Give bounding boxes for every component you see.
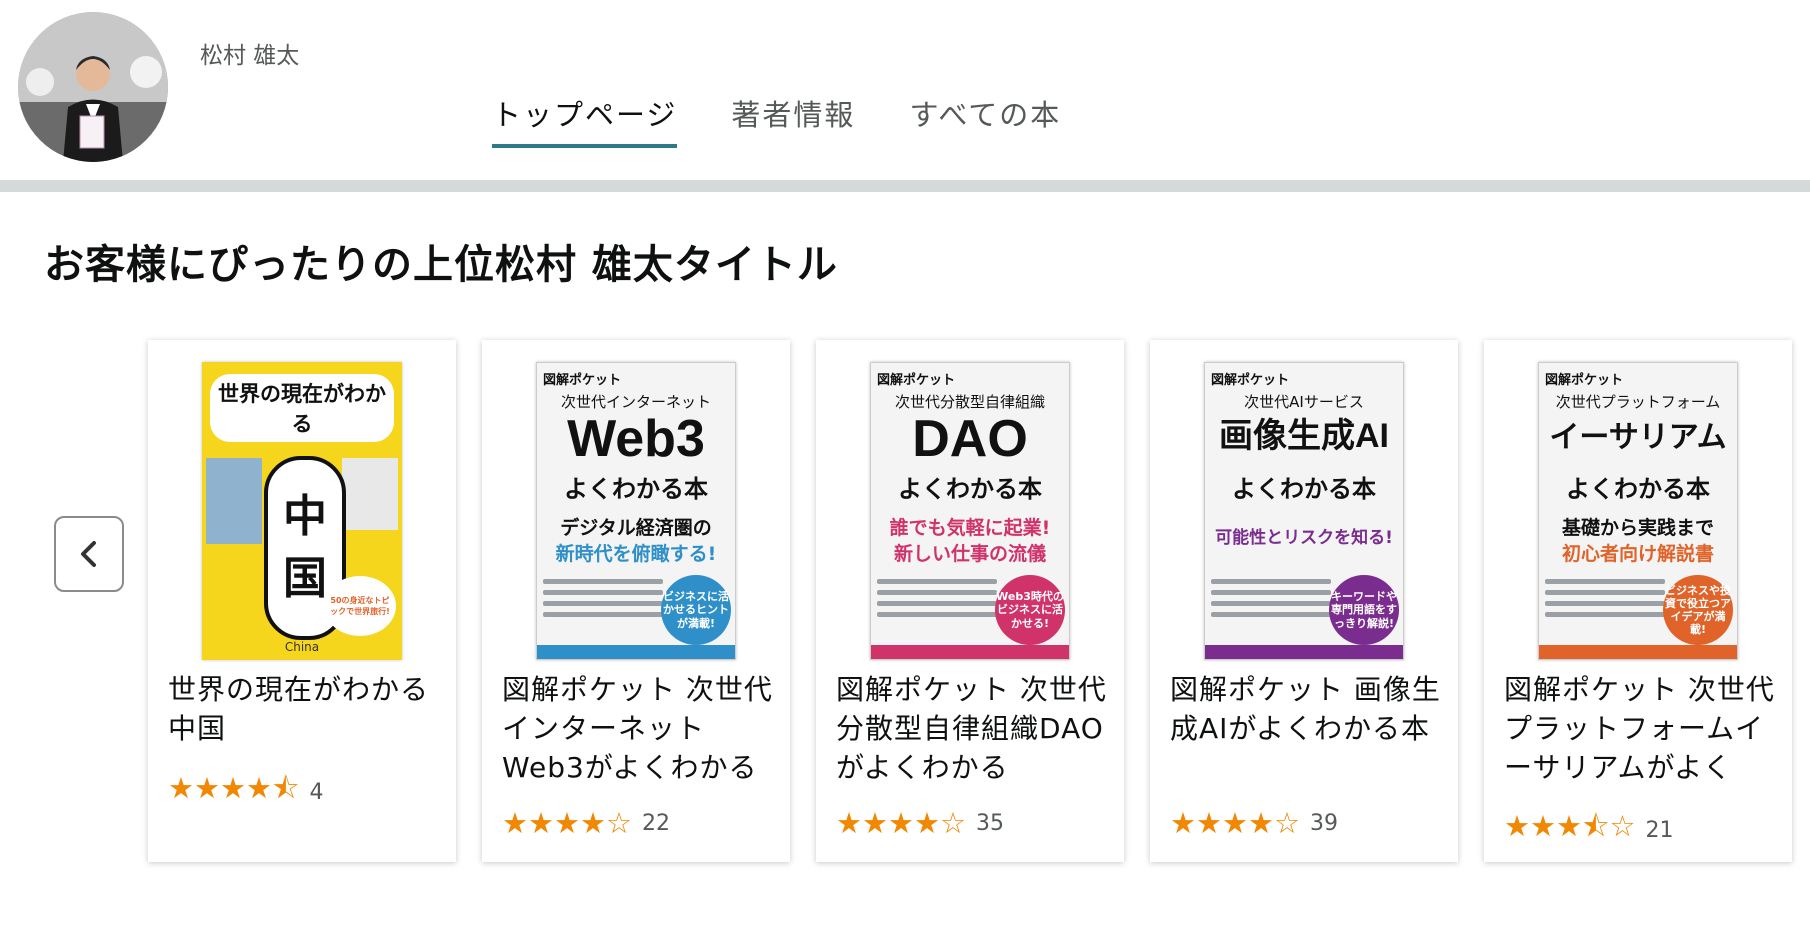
star-rating-icon: ★★★★☆: [1170, 806, 1300, 840]
cover-subtitle: 次世代インターネット: [560, 393, 711, 411]
cover-circle-badge: ビジネスや投資で役立つアイデアが満載!: [1663, 575, 1733, 645]
cover-bullets: [877, 573, 997, 623]
review-count: 35: [976, 810, 1004, 836]
book-card[interactable]: 図解ポケット 次世代AIサービス 画像生成AI よくわかる本 可能性とリスクを知…: [1150, 340, 1458, 862]
cover-series-badge: 図解ポケット: [543, 373, 622, 388]
review-count: 4: [309, 780, 324, 805]
cover-big-text: 画像生成AI: [1219, 417, 1389, 455]
cover-subtitle: 次世代AIサービス: [1244, 393, 1364, 411]
author-header: 松村 雄太 トップページ 著者情報 すべての本: [0, 0, 1810, 180]
star-rating-icon: ★★★⯪☆: [1504, 809, 1636, 843]
cover-big-text: Web3: [567, 410, 705, 468]
section-title: お客様にぴったりの上位松村 雄太タイトル: [44, 242, 838, 288]
book-rating[interactable]: ★★★★☆ 35: [836, 806, 1004, 840]
book-title[interactable]: 世界の現在がわかる 中国: [168, 670, 457, 748]
star-rating-icon: ★★★★☆: [502, 806, 632, 840]
author-name: 松村 雄太: [200, 43, 300, 69]
book-title[interactable]: 図解ポケット 次世代プラットフォームイーサリアムがよく: [1504, 670, 1776, 787]
book-title[interactable]: 図解ポケット 次世代分散型自律組織DAOがよくわかる: [836, 670, 1108, 787]
tab-all-books[interactable]: すべての本: [909, 92, 1061, 148]
cover-big-text: DAO: [912, 410, 1028, 468]
cover-subtitle: 次世代分散型自律組織: [894, 393, 1045, 411]
cover-english-label: China: [284, 640, 320, 654]
review-count: 22: [642, 810, 670, 836]
cover-tagline-1: 誰でも気軽に起業!: [889, 517, 1051, 539]
cover-tagline-2: 初心者向け解説書: [1561, 543, 1714, 565]
review-count: 39: [1310, 810, 1338, 836]
book-card[interactable]: 図解ポケット 次世代分散型自律組織 DAO よくわかる本 誰でも気軽に起業! 新…: [816, 340, 1124, 862]
cover-tagline-2: 新しい仕事の流儀: [893, 543, 1046, 565]
cover-book-text: よくわかる本: [898, 475, 1042, 503]
chevron-left-icon: [81, 541, 96, 567]
cover-bullets: [1545, 573, 1665, 623]
cover-bullets: [543, 573, 663, 623]
book-card[interactable]: 図解ポケット 次世代プラットフォーム イーサリアム よくわかる本 基礎から実践ま…: [1484, 340, 1792, 862]
tab-bar: トップページ 著者情報 すべての本: [492, 92, 1115, 148]
cover-series-badge: 図解ポケット: [877, 373, 956, 388]
cover-circle-badge: ビジネスに活かせるヒントが満載!: [661, 575, 731, 645]
book-rating[interactable]: ★★★★⯪ 4: [168, 768, 323, 817]
book-rating[interactable]: ★★★★☆ 22: [502, 806, 670, 840]
cover-photo-panda: [342, 458, 398, 530]
cover-tagline-1: デジタル経済圏の: [560, 517, 712, 539]
book-card[interactable]: 図解ポケット 次世代インターネット Web3 よくわかる本 デジタル経済圏の 新…: [482, 340, 790, 862]
cover-book-text: よくわかる本: [1566, 475, 1710, 503]
cover-footer-bar: [537, 645, 735, 659]
author-avatar: [18, 12, 168, 162]
cover-circle-badge: Web3時代のビジネスに活かせる!: [995, 575, 1065, 645]
cover-big-text: イーサリアム: [1549, 421, 1727, 454]
star-rating-icon: ★★★★⯪: [168, 771, 300, 805]
author-photo: [18, 12, 168, 162]
tab-top-page[interactable]: トップページ: [492, 92, 678, 148]
book-cover[interactable]: 図解ポケット 次世代インターネット Web3 よくわかる本 デジタル経済圏の 新…: [536, 362, 736, 660]
carousel-prev-button[interactable]: [54, 516, 124, 592]
cover-series-badge: 図解ポケット: [1211, 373, 1290, 388]
book-cover[interactable]: 図解ポケット 次世代分散型自律組織 DAO よくわかる本 誰でも気軽に起業! 新…: [870, 362, 1070, 660]
cover-circle-badge: キーワードや専門用語をすっきり解説!: [1329, 575, 1399, 645]
cover-bullets: [1211, 573, 1331, 623]
book-rating[interactable]: ★★★★☆ 39: [1170, 806, 1338, 840]
book-title[interactable]: 図解ポケット 次世代インターネットWeb3がよくわかる: [502, 670, 774, 787]
book-rating[interactable]: ★★★⯪☆ 21: [1504, 806, 1673, 855]
header-divider: [0, 180, 1810, 192]
cover-subtitle: 次世代プラットフォーム: [1555, 393, 1721, 411]
cover-series-badge: 図解ポケット: [1545, 373, 1624, 388]
cover-tagline-1: 基礎から実践まで: [1561, 517, 1714, 539]
cover-title: 世界の現在がわかる: [210, 374, 394, 442]
book-cover[interactable]: 世界の現在がわかる 中国 50の身近なトピックで世界旅行! China: [202, 362, 402, 660]
review-count: 21: [1645, 818, 1674, 843]
cover-footer-bar: [1205, 645, 1403, 659]
cover-footer-bar: [871, 645, 1069, 659]
book-title[interactable]: 図解ポケット 画像生成AIがよくわかる本: [1170, 670, 1442, 748]
book-card[interactable]: 世界の現在がわかる 中国 50の身近なトピックで世界旅行! China 世界の現…: [148, 340, 457, 862]
cover-tagline-1: 可能性とリスクを知る!: [1215, 528, 1393, 548]
cover-badge: 50の身近なトピックで世界旅行!: [324, 576, 396, 636]
star-rating-icon: ★★★★☆: [836, 806, 966, 840]
book-cover[interactable]: 図解ポケット 次世代プラットフォーム イーサリアム よくわかる本 基礎から実践ま…: [1538, 362, 1738, 660]
tab-author-info[interactable]: 著者情報: [731, 92, 855, 148]
cover-tagline-2: 新時代を俯瞰する!: [555, 543, 717, 565]
cover-book-text: よくわかる本: [564, 475, 708, 503]
book-cover[interactable]: 図解ポケット 次世代AIサービス 画像生成AI よくわかる本 可能性とリスクを知…: [1204, 362, 1404, 660]
cover-footer-bar: [1539, 645, 1737, 659]
cover-photo-train: [206, 458, 262, 544]
cover-book-text: よくわかる本: [1232, 475, 1376, 503]
